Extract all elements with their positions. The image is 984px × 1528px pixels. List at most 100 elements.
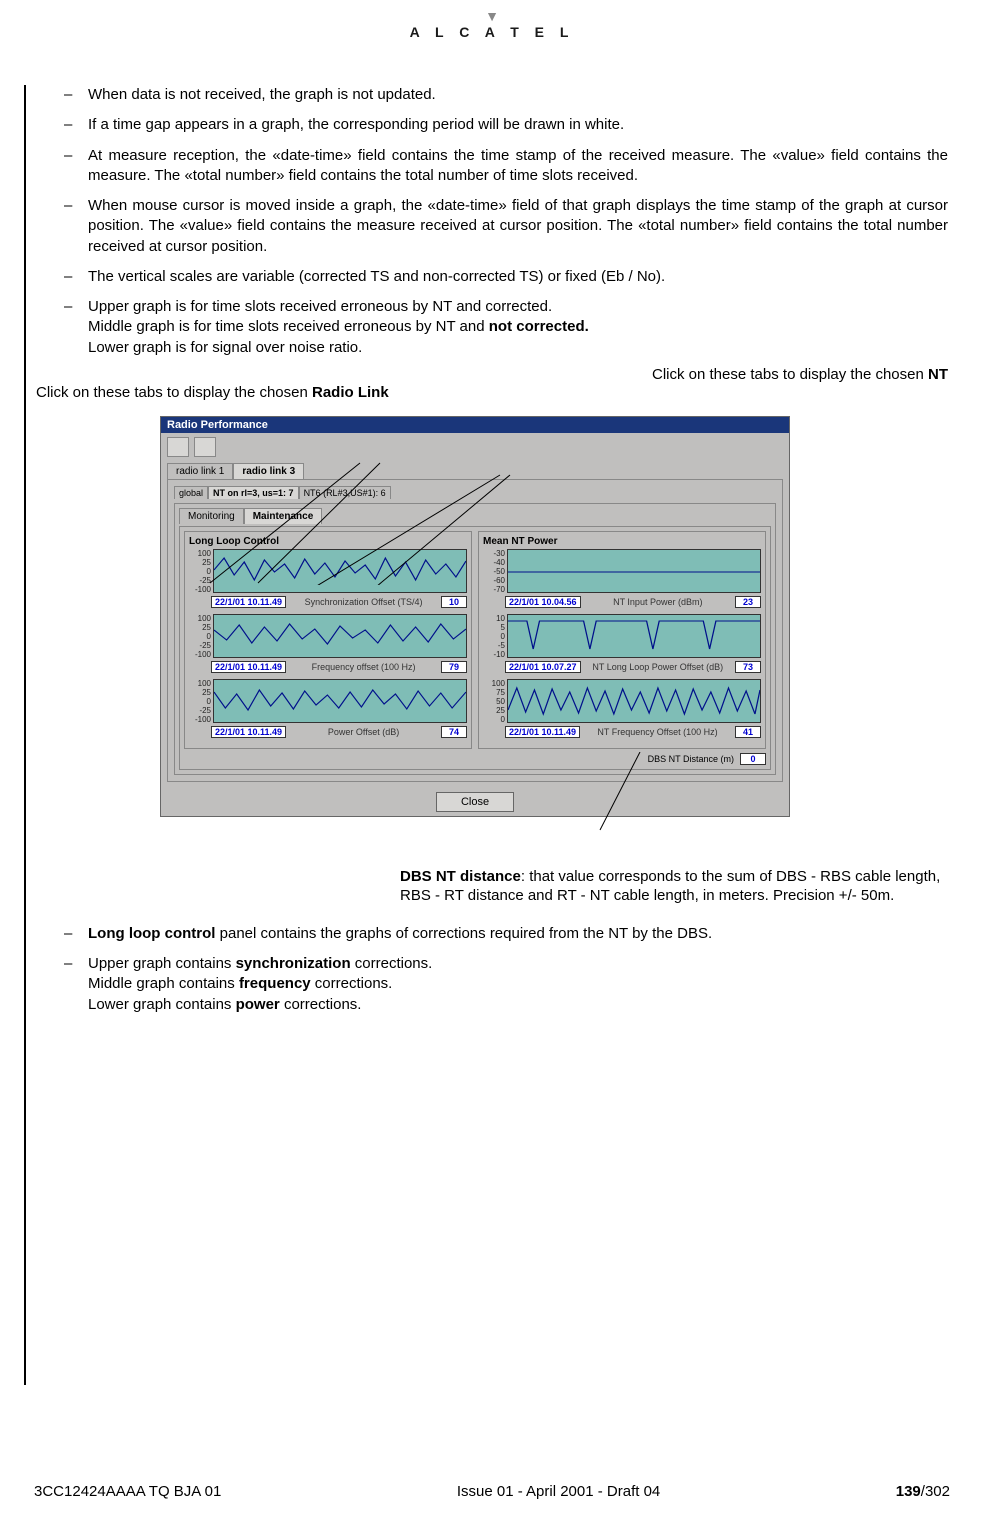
tab-maintenance[interactable]: Maintenance bbox=[244, 508, 323, 524]
long-loop-control-panel: Long Loop Control 100 25 0 -25 -100 bbox=[184, 531, 472, 749]
tick: -30 bbox=[483, 549, 505, 558]
tick: -25 bbox=[189, 706, 211, 715]
graph-canvas[interactable] bbox=[507, 679, 761, 723]
text: /302 bbox=[921, 1483, 950, 1500]
tick: -100 bbox=[189, 650, 211, 659]
brand-text: A L C A T E L bbox=[0, 24, 984, 40]
text: Upper graph contains bbox=[88, 955, 236, 972]
date-field: 22/1/01 10.11.49 bbox=[211, 661, 286, 673]
y-axis: 100 25 0 -25 -100 bbox=[189, 679, 213, 724]
tick: 100 bbox=[189, 614, 211, 623]
bullet-item: Long loop control panel contains the gra… bbox=[60, 924, 948, 944]
tab-nt-rl3[interactable]: NT on rl=3, us=1: 7 bbox=[208, 486, 299, 499]
tab-global[interactable]: global bbox=[174, 486, 208, 499]
value-field: 74 bbox=[441, 726, 467, 738]
text: Lower graph is for signal over noise rat… bbox=[88, 339, 362, 356]
value-field: 79 bbox=[441, 661, 467, 673]
graph-canvas[interactable] bbox=[213, 679, 467, 723]
tick: 0 bbox=[189, 697, 211, 706]
tick: -5 bbox=[483, 641, 505, 650]
text: Upper graph is for time slots received e… bbox=[88, 298, 552, 315]
text: corrections. bbox=[311, 975, 393, 992]
text-bold: synchronization bbox=[236, 955, 351, 972]
mean-nt-power-panel: Mean NT Power -30 -40 -50 -60 -70 bbox=[478, 531, 766, 749]
panel-title: Long Loop Control bbox=[189, 536, 467, 547]
graph-sync-offset: 100 25 0 -25 -100 bbox=[189, 549, 467, 594]
tick: 100 bbox=[189, 679, 211, 688]
graph-canvas[interactable] bbox=[507, 549, 761, 593]
text-bold: frequency bbox=[239, 975, 311, 992]
text: Click on these tabs to display the chose… bbox=[652, 366, 928, 383]
tick: -70 bbox=[483, 585, 505, 594]
tick: -25 bbox=[189, 576, 211, 585]
bullet-item: When mouse cursor is moved inside a grap… bbox=[60, 196, 948, 257]
tick: -40 bbox=[483, 558, 505, 567]
tick: 50 bbox=[483, 697, 505, 706]
graph-canvas[interactable] bbox=[213, 614, 467, 658]
tick: -50 bbox=[483, 567, 505, 576]
graph-freq-offset: 100 25 0 -25 -100 bbox=[189, 614, 467, 659]
text-bold: 139 bbox=[896, 1483, 921, 1500]
text: Middle graph contains bbox=[88, 975, 239, 992]
doc-ref: 3CC12424AAAA TQ BJA 01 bbox=[34, 1483, 221, 1500]
text-bold: NT bbox=[928, 366, 948, 383]
text-bold: DBS NT distance bbox=[400, 868, 521, 885]
text: Lower graph contains bbox=[88, 996, 236, 1013]
tick: -25 bbox=[189, 641, 211, 650]
toolbar-icon[interactable] bbox=[167, 437, 189, 457]
tick: 25 bbox=[189, 558, 211, 567]
tick: 0 bbox=[483, 632, 505, 641]
tick: 100 bbox=[483, 679, 505, 688]
date-field: 22/1/01 10.04.56 bbox=[505, 596, 581, 608]
bullet-item: The vertical scales are variable (correc… bbox=[60, 267, 948, 287]
graph-label: NT Long Loop Power Offset (dB) bbox=[585, 662, 731, 672]
nt-tabs: globalNT on rl=3, us=1: 7NT6 (RL#3,US#1)… bbox=[174, 486, 776, 499]
graph-canvas[interactable] bbox=[507, 614, 761, 658]
callout-dbs-distance: DBS NT distance: that value corresponds … bbox=[400, 867, 955, 906]
close-button[interactable]: Close bbox=[436, 792, 514, 812]
doc-issue: Issue 01 - April 2001 - Draft 04 bbox=[457, 1483, 660, 1500]
tick: -10 bbox=[483, 650, 505, 659]
graph-power-offset: 100 25 0 -25 -100 bbox=[189, 679, 467, 724]
tab-nt6[interactable]: NT6 (RL#3,US#1): 6 bbox=[299, 486, 391, 499]
graph-label: NT Frequency Offset (100 Hz) bbox=[584, 727, 731, 737]
bullet-item: If a time gap appears in a graph, the co… bbox=[60, 115, 948, 135]
toolbar-icon[interactable] bbox=[194, 437, 216, 457]
y-axis: 10 5 0 -5 -10 bbox=[483, 614, 507, 659]
margin-rule bbox=[24, 85, 26, 1385]
y-axis: -30 -40 -50 -60 -70 bbox=[483, 549, 507, 594]
tab-radio-link-3[interactable]: radio link 3 bbox=[233, 463, 304, 479]
graph-canvas[interactable] bbox=[213, 549, 467, 593]
y-axis: 100 75 50 25 0 bbox=[483, 679, 507, 724]
tick: 0 bbox=[483, 715, 505, 724]
graph-label: Frequency offset (100 Hz) bbox=[290, 662, 437, 672]
date-field: 22/1/01 10.11.49 bbox=[505, 726, 580, 738]
tab-radio-link-1[interactable]: radio link 1 bbox=[167, 463, 233, 479]
graph-nt-input-power: -30 -40 -50 -60 -70 bbox=[483, 549, 761, 594]
toolbar bbox=[161, 433, 789, 459]
brand-logo: ▼ A L C A T E L bbox=[0, 8, 984, 40]
monitoring-tabs: MonitoringMaintenance bbox=[179, 508, 771, 524]
text: corrections. bbox=[280, 996, 362, 1013]
callout-radiolink: Click on these tabs to display the chose… bbox=[36, 384, 389, 401]
dbs-nt-distance-value: 0 bbox=[740, 753, 766, 765]
tick: 0 bbox=[189, 632, 211, 641]
text-bold: not corrected. bbox=[489, 318, 589, 335]
page-number: 139/302 bbox=[896, 1483, 950, 1500]
bullet-item: At measure reception, the «date-time» fi… bbox=[60, 146, 948, 187]
dbs-nt-distance-label: DBS NT Distance (m) bbox=[648, 754, 734, 764]
tick: -100 bbox=[189, 715, 211, 724]
text-bold: Radio Link bbox=[312, 384, 389, 401]
graph-label: NT Input Power (dBm) bbox=[585, 597, 731, 607]
tick: 25 bbox=[189, 623, 211, 632]
tick: 5 bbox=[483, 623, 505, 632]
text-bold: power bbox=[236, 996, 280, 1013]
text: panel contains the graphs of corrections… bbox=[215, 925, 712, 942]
y-axis: 100 25 0 -25 -100 bbox=[189, 614, 213, 659]
text: Middle graph is for time slots received … bbox=[88, 318, 489, 335]
date-field: 22/1/01 10.07.27 bbox=[505, 661, 581, 673]
value-field: 41 bbox=[735, 726, 761, 738]
text: corrections. bbox=[351, 955, 433, 972]
bullet-item: Upper graph is for time slots received e… bbox=[60, 297, 948, 358]
tab-monitoring[interactable]: Monitoring bbox=[179, 508, 244, 524]
